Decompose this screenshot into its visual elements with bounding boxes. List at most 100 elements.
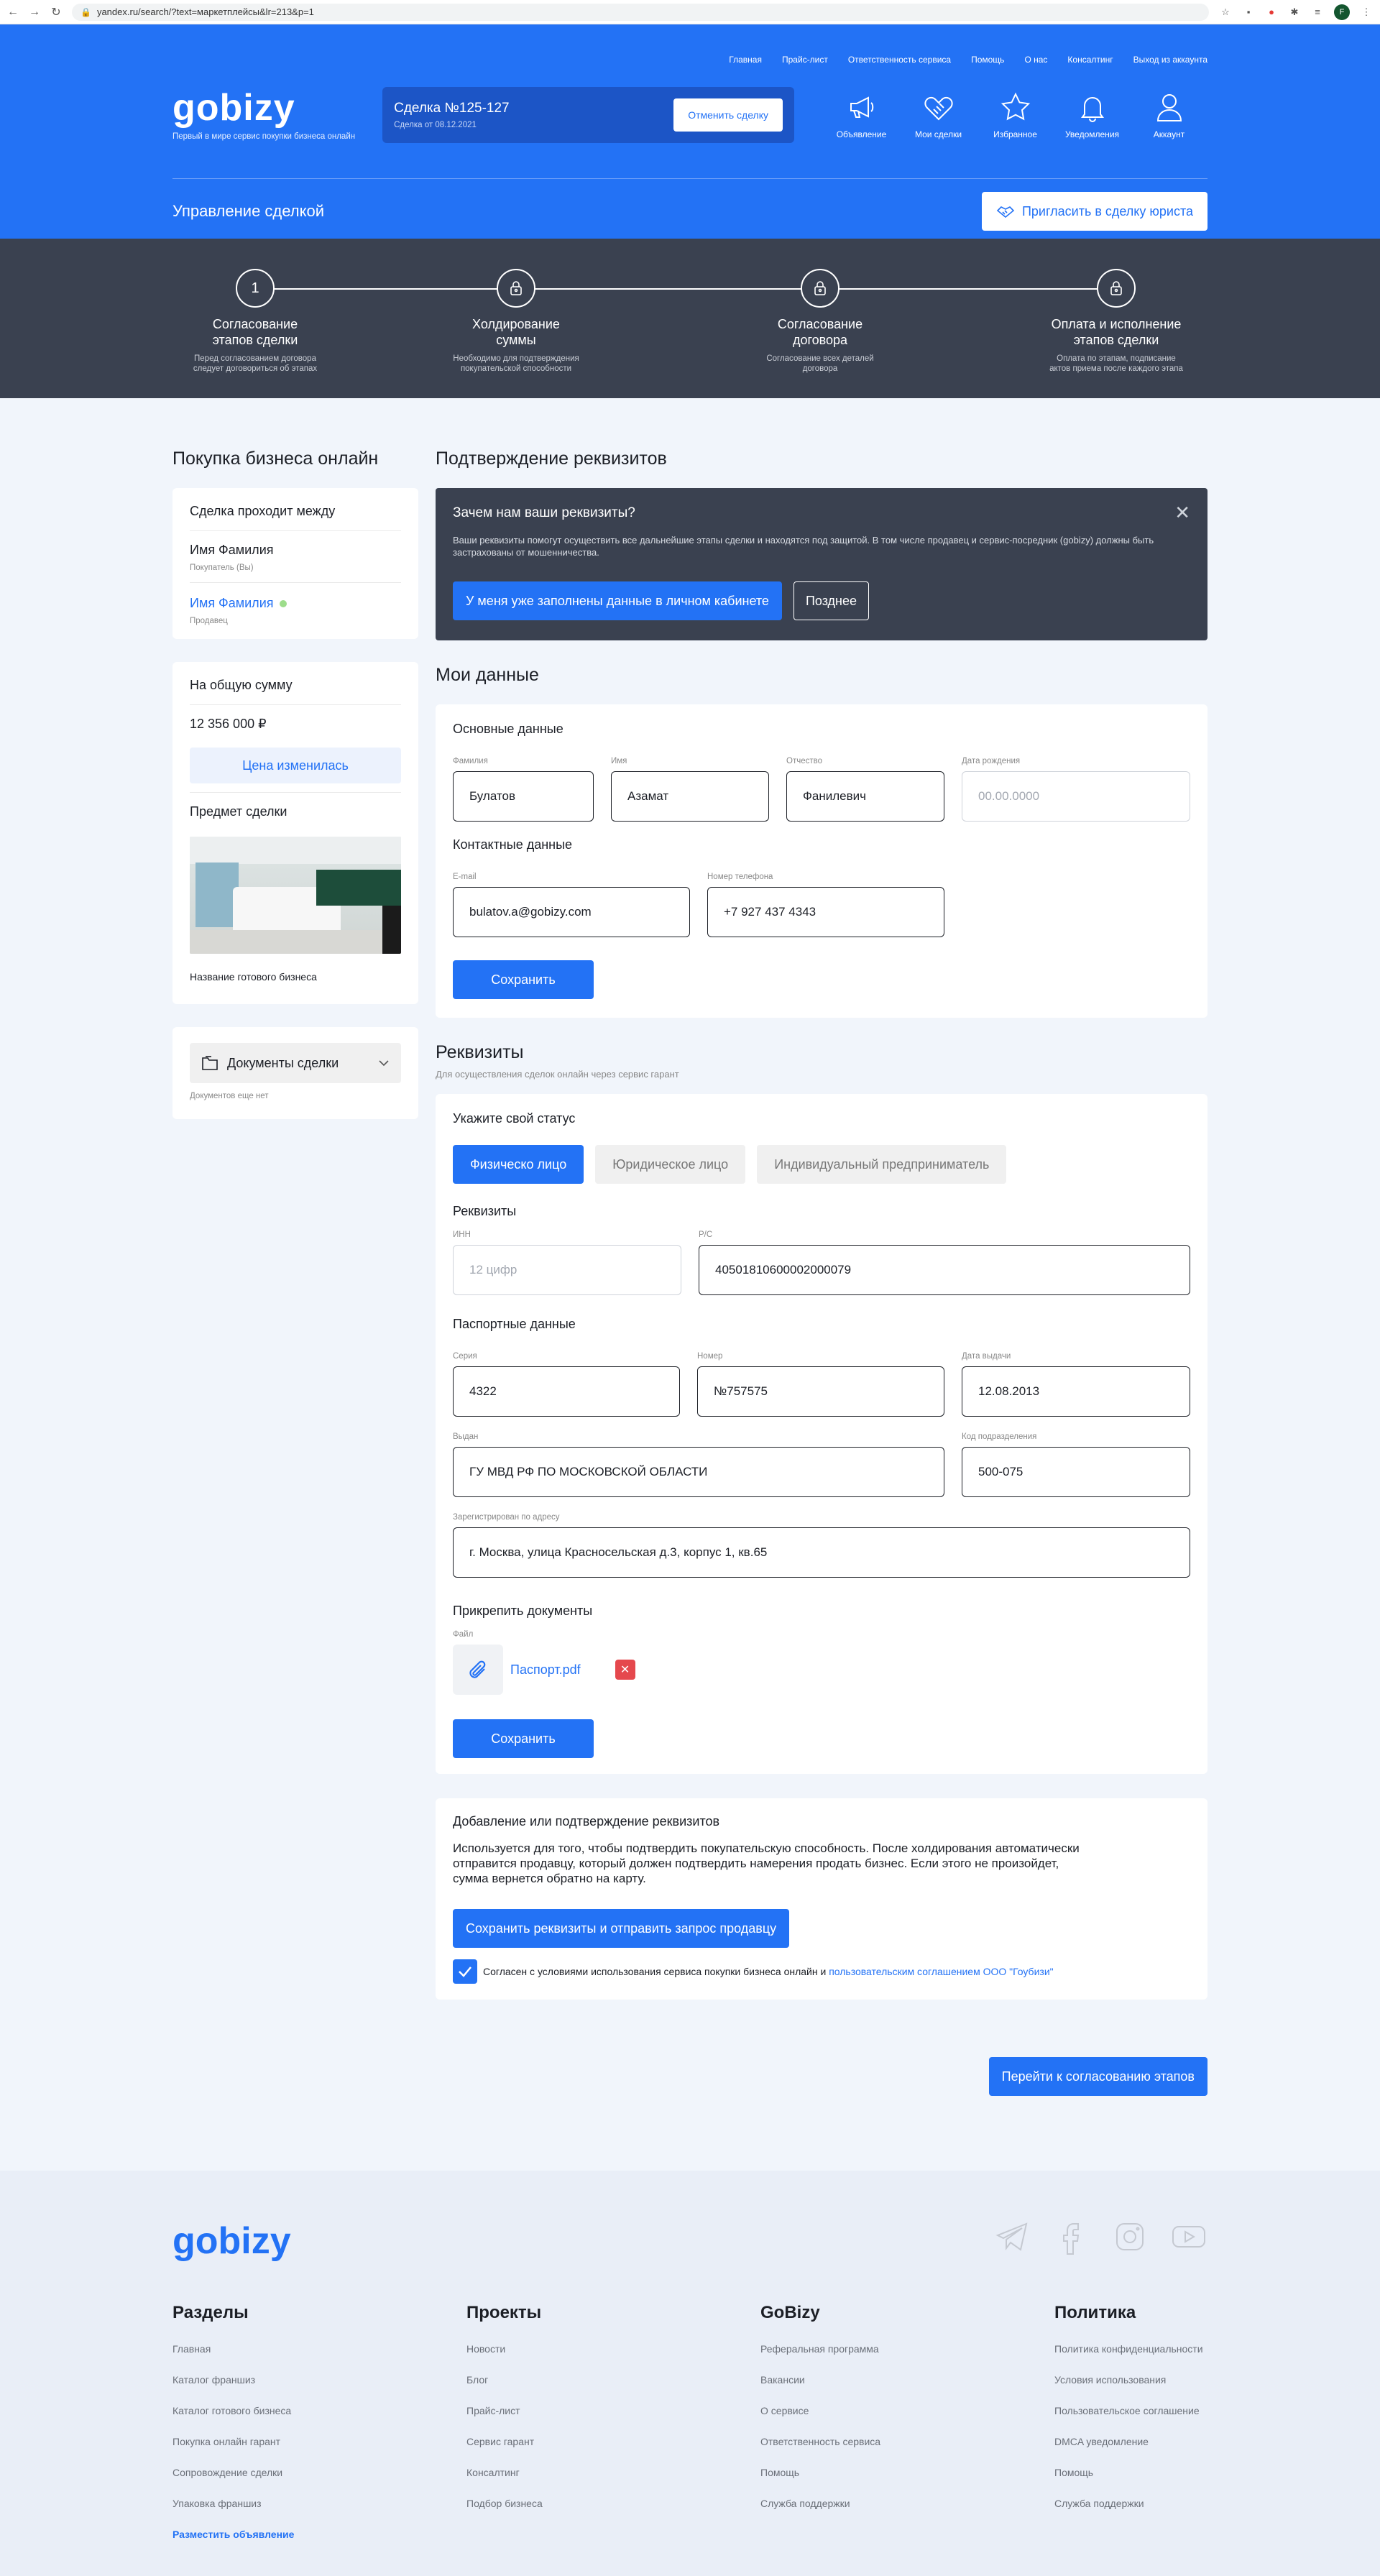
back-icon[interactable]: ←	[7, 6, 19, 19]
cancel-deal-button[interactable]: Отменить сделку	[673, 98, 783, 132]
division-code-input[interactable]: 500-075	[962, 1447, 1190, 1497]
birth-date-input[interactable]: 00.00.0000	[962, 771, 1190, 822]
footer-link[interactable]: Новости	[466, 2343, 760, 2355]
topnav-link[interactable]: Выход из аккаунта	[1133, 55, 1208, 65]
issued-by-input[interactable]: ГУ МВД РФ ПО МОСКОВСКОЙ ОБЛАСТИ	[453, 1447, 944, 1497]
footer-link[interactable]: Помощь	[760, 2467, 1054, 2478]
price-changed-badge[interactable]: Цена изменилась	[190, 748, 401, 783]
passport-series-input[interactable]: 4322	[453, 1366, 680, 1417]
header-account-button[interactable]: Аккаунт	[1131, 91, 1208, 139]
bookmark-star-icon[interactable]: ☆	[1219, 6, 1232, 19]
header-notifications-button[interactable]: Уведомления	[1054, 91, 1131, 139]
sidebar: Покупка бизнеса онлайн Сделка проходит м…	[172, 448, 418, 1119]
address-bar[interactable]: 🔒 yandex.ru/search/?text=маркетплейсы&lr…	[72, 3, 1209, 21]
topnav-link[interactable]: Помощь	[971, 55, 1004, 65]
status-tab-legal[interactable]: Юридическое лицо	[595, 1145, 746, 1184]
step-4[interactable]: Оплата и исполнение этапов сделки Оплата …	[1030, 269, 1202, 374]
already-filled-button[interactable]: У меня уже заполнены данные в личном каб…	[453, 581, 782, 620]
email-input[interactable]: bulatov.a@gobizy.com	[453, 887, 690, 937]
footer-link[interactable]: Покупка онлайн гарант	[172, 2436, 466, 2447]
stepper-line	[259, 288, 1114, 290]
footer-link[interactable]: Каталог готового бизнеса	[172, 2405, 466, 2416]
step-name: Холдирование	[472, 317, 560, 331]
topnav-link[interactable]: Консалтинг	[1067, 55, 1113, 65]
extension-icon[interactable]: ●	[1265, 6, 1278, 19]
topnav-link[interactable]: О нас	[1024, 55, 1047, 65]
save-my-data-button[interactable]: Сохранить	[453, 960, 594, 999]
footer-link[interactable]: Ответственность сервиса	[760, 2436, 1054, 2447]
more-icon[interactable]: ⋮	[1360, 6, 1373, 19]
header-ad-button[interactable]: Объявление	[823, 91, 900, 139]
save-requisites-button[interactable]: Сохранить	[453, 1719, 594, 1758]
footer-link[interactable]: Блог	[466, 2374, 760, 2386]
footer-logo[interactable]: gobizy	[172, 2220, 291, 2263]
agree-checkbox[interactable]	[453, 1959, 477, 1984]
footer-link[interactable]: Служба поддержки	[760, 2498, 1054, 2509]
header-deals-button[interactable]: Мои сделки	[900, 91, 977, 139]
header-favorites-button[interactable]: Избранное	[977, 91, 1054, 139]
step-2[interactable]: Холдирование суммы Необходимо для подтвер…	[430, 269, 602, 374]
name-input[interactable]: Азамат	[611, 771, 769, 822]
footer-link[interactable]: DMCA уведомление	[1054, 2436, 1208, 2447]
topnav-link[interactable]: Прайс-лист	[782, 55, 828, 65]
step-3[interactable]: Согласование договора Согласование всех д…	[734, 269, 906, 374]
field-label: ИНН	[453, 1230, 471, 1239]
account-input[interactable]: 40501810600002000079	[699, 1245, 1190, 1295]
reload-icon[interactable]: ↻	[50, 5, 62, 19]
footer-link[interactable]: Сервис гарант	[466, 2436, 760, 2447]
issue-date-input[interactable]: 12.08.2013	[962, 1366, 1190, 1417]
deal-summary-card: На общую сумму 12 356 000 ₽ Цена изменил…	[172, 662, 418, 1004]
documents-dropdown[interactable]: Документы сделки	[190, 1043, 401, 1083]
footer-link[interactable]: Главная	[172, 2343, 466, 2355]
go-to-stages-button[interactable]: Перейти к согласованию этапов	[988, 2057, 1208, 2096]
address-input[interactable]: г. Москва, улица Красносельская д.3, кор…	[453, 1527, 1190, 1578]
post-ad-link[interactable]: Разместить объявление	[172, 2529, 466, 2540]
youtube-icon[interactable]	[1170, 2218, 1208, 2255]
status-tab-individual[interactable]: Физическо лицо	[453, 1145, 584, 1184]
footer-link[interactable]: Упаковка франшиз	[172, 2498, 466, 2509]
file-link[interactable]: Паспорт.pdf	[510, 1662, 581, 1678]
patronymic-input[interactable]: Фанилевич	[786, 771, 944, 822]
passport-number-input[interactable]: №757575	[697, 1366, 944, 1417]
footer-link[interactable]: Пользовательское соглашение	[1054, 2405, 1208, 2416]
puzzle-icon[interactable]: ✱	[1288, 6, 1301, 19]
footer-link[interactable]: Подбор бизнеса	[466, 2498, 760, 2509]
extension-icon[interactable]: ▪	[1242, 6, 1255, 19]
topnav-link[interactable]: Главная	[729, 55, 762, 65]
footer-link[interactable]: Вакансии	[760, 2374, 1054, 2386]
delete-file-icon[interactable]: ✕	[615, 1660, 635, 1680]
footer-link[interactable]: Условия использования	[1054, 2374, 1208, 2386]
footer-link[interactable]: Реферальная программа	[760, 2343, 1054, 2355]
forward-icon[interactable]: →	[29, 6, 40, 19]
business-photo[interactable]	[190, 837, 401, 954]
topnav-link[interactable]: Ответственность сервиса	[848, 55, 951, 65]
telegram-icon[interactable]	[993, 2218, 1031, 2255]
inn-input[interactable]: 12 цифр	[453, 1245, 681, 1295]
instagram-icon[interactable]	[1111, 2218, 1149, 2255]
invite-lawyer-button[interactable]: Пригласить в сделку юриста	[981, 192, 1208, 231]
star-icon	[1000, 92, 1030, 121]
user-agreement-link[interactable]: пользовательским соглашением ООО "Гоубиз…	[829, 1966, 1053, 1977]
footer-link[interactable]: Прайс-лист	[466, 2405, 760, 2416]
status-tab-entrepreneur[interactable]: Индивидуальный предприниматель	[757, 1145, 1007, 1184]
footer-link[interactable]: Служба поддержки	[1054, 2498, 1208, 2509]
later-button[interactable]: Позднее	[793, 581, 870, 620]
menu-icon[interactable]: ≡	[1311, 6, 1324, 19]
footer-link[interactable]: Консалтинг	[466, 2467, 760, 2478]
facebook-icon[interactable]	[1052, 2218, 1090, 2255]
add-confirm-card: Добавление или подтверждение реквизитов …	[436, 1798, 1208, 2000]
save-and-send-button[interactable]: Сохранить реквизиты и отправить запрос п…	[453, 1909, 790, 1948]
site-logo[interactable]: gobizy Первый в мире сервис покупки бизн…	[172, 89, 382, 141]
step-name: этапов сделки	[212, 333, 298, 347]
footer-link[interactable]: Сопровождение сделки	[172, 2467, 466, 2478]
seller-name-link[interactable]: Имя Фамилия	[190, 596, 274, 610]
surname-input[interactable]: Булатов	[453, 771, 594, 822]
footer-link[interactable]: О сервисе	[760, 2405, 1054, 2416]
step-1[interactable]: 1 Согласование этапов сделки Перед соглас…	[169, 269, 341, 374]
close-icon[interactable]: ✕	[1174, 503, 1190, 522]
footer-link[interactable]: Помощь	[1054, 2467, 1208, 2478]
phone-input[interactable]: +7 927 437 4343	[707, 887, 944, 937]
footer-link[interactable]: Политика конфиденциальности	[1054, 2343, 1208, 2355]
footer-link[interactable]: Каталог франшиз	[172, 2374, 466, 2386]
profile-avatar[interactable]: F	[1334, 4, 1350, 20]
